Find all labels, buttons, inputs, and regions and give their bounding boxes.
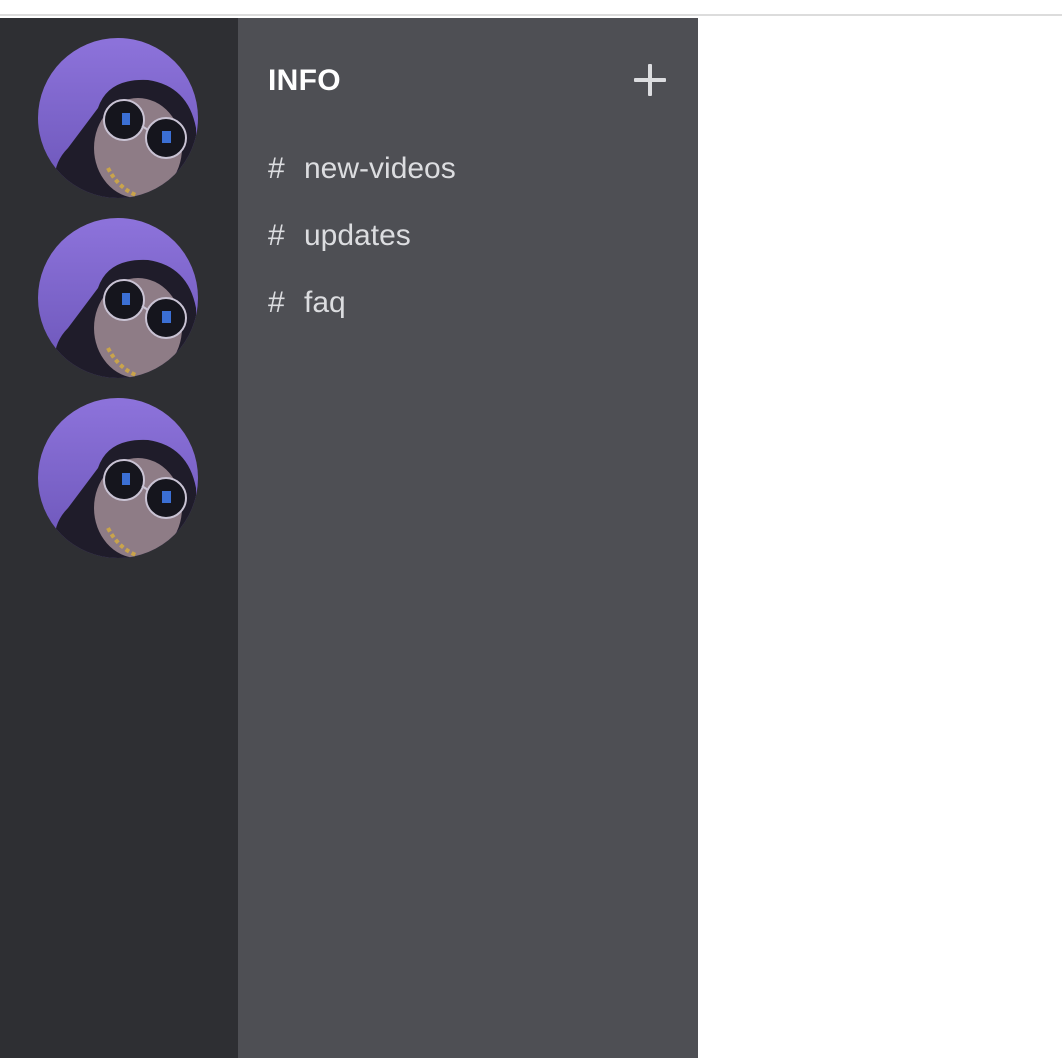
- hash-icon: #: [268, 151, 285, 185]
- channel-panel: INFO # new-videos # updates # faq: [238, 18, 698, 1058]
- channel-list: # new-videos # updates # faq: [268, 135, 456, 336]
- hash-icon: #: [268, 218, 285, 252]
- server-icon-3[interactable]: [38, 398, 198, 558]
- channel-item-faq[interactable]: # faq: [268, 269, 456, 336]
- channel-item-new-videos[interactable]: # new-videos: [268, 135, 456, 202]
- channel-item-updates[interactable]: # updates: [268, 202, 456, 269]
- server-icon-1[interactable]: [38, 38, 198, 198]
- server-icon-2[interactable]: [38, 218, 198, 378]
- server-rail: [0, 18, 238, 1058]
- main-content-area: [698, 18, 1062, 1058]
- hash-icon: #: [268, 285, 285, 319]
- plus-icon[interactable]: [634, 64, 666, 96]
- cat-with-sunglasses-avatar-icon: [38, 38, 198, 198]
- window-top-border: [0, 0, 1062, 16]
- channel-name: new-videos: [304, 151, 456, 185]
- category-title: INFO: [268, 64, 341, 97]
- channel-name: updates: [304, 218, 411, 252]
- cat-with-sunglasses-avatar-icon: [38, 398, 198, 558]
- channel-name: faq: [304, 285, 346, 319]
- cat-with-sunglasses-avatar-icon: [38, 218, 198, 378]
